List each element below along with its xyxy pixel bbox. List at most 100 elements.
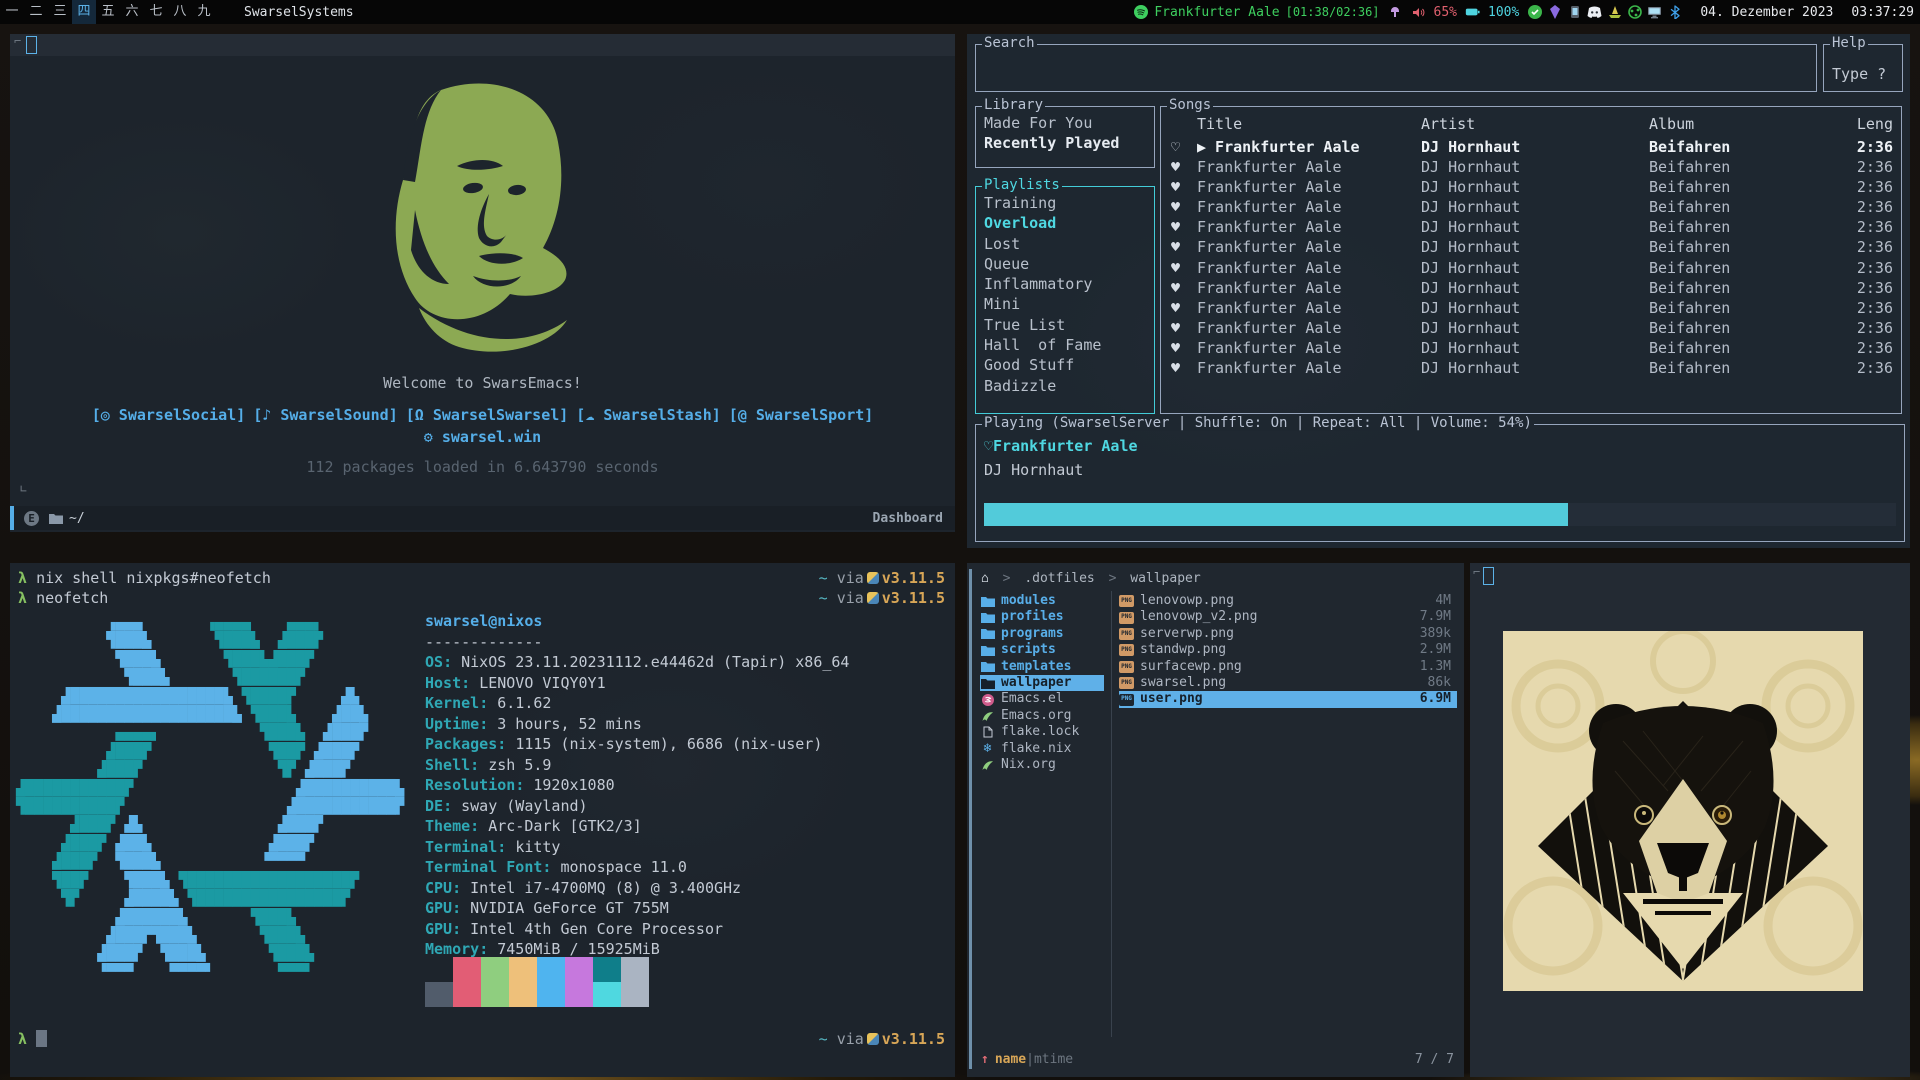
file-list-item[interactable]: PNGstandwp.png2.9M <box>1119 642 1457 658</box>
dir-list-item[interactable]: flake.lock <box>980 724 1104 740</box>
search-panel[interactable]: Search <box>975 44 1817 92</box>
display-icon[interactable] <box>1647 5 1662 20</box>
song-row[interactable]: ♥Frankfurter AaleDJ HornhautBeifahren2:3… <box>1161 338 1901 358</box>
workspace-9[interactable]: 九 <box>192 0 216 24</box>
playlist-item[interactable]: Good Stuff <box>984 355 1150 375</box>
workspace-1[interactable]: 一 <box>0 0 24 24</box>
terminal-cursor <box>36 1030 47 1047</box>
heart-icon: ♥ <box>1171 177 1180 197</box>
discord-icon[interactable] <box>1587 5 1602 20</box>
phone-icon[interactable] <box>1567 5 1582 20</box>
hat-icon[interactable] <box>1607 5 1622 20</box>
dir-list-item[interactable]: ❄flake.nix <box>980 741 1104 757</box>
focus-accent-bar <box>969 569 972 1069</box>
dir-list-item[interactable]: scripts <box>980 642 1104 658</box>
dir-list-item[interactable]: programs <box>980 626 1104 642</box>
library-item[interactable]: Recently Played <box>984 133 1150 153</box>
song-row[interactable]: ♥Frankfurter AaleDJ HornhautBeifahren2:3… <box>1161 237 1901 257</box>
dashboard-link-swarselsport[interactable]: [@ SwarselSport] <box>729 406 874 424</box>
dir-list-item[interactable]: profiles <box>980 609 1104 625</box>
dir-list-item[interactable]: wallpaper <box>980 675 1104 691</box>
song-artist: DJ Hornhaut <box>1421 358 1520 378</box>
search-panel-title: Search <box>982 35 1037 51</box>
breadcrumb-part[interactable]: .dotfiles <box>1024 571 1094 586</box>
workspace-6[interactable]: 六 <box>120 0 144 24</box>
sort-alt-key[interactable]: |mtime <box>1026 1052 1073 1067</box>
song-row[interactable]: ♥Frankfurter AaleDJ HornhautBeifahren2:3… <box>1161 197 1901 217</box>
dashboard-link-swarselstash[interactable]: [☁ SwarselStash] <box>576 406 721 424</box>
focused-window-title: SwarselSystems <box>244 5 354 20</box>
songs-panel-title: Songs <box>1167 97 1213 113</box>
library-item[interactable]: Made For You <box>984 113 1150 133</box>
tray-icon-purple[interactable] <box>1388 5 1403 20</box>
workspace-8[interactable]: 八 <box>168 0 192 24</box>
file-list-item[interactable]: PNGsurfacewp.png1.3M <box>1119 659 1457 675</box>
song-row[interactable]: ♥Frankfurter AaleDJ HornhautBeifahren2:3… <box>1161 177 1901 197</box>
gem-icon[interactable] <box>1547 5 1562 20</box>
workspace-7[interactable]: 七 <box>144 0 168 24</box>
song-row[interactable]: ♥Frankfurter AaleDJ HornhautBeifahren2:3… <box>1161 258 1901 278</box>
playlist-item[interactable]: Lost <box>984 234 1150 254</box>
workspace-2[interactable]: 二 <box>24 0 48 24</box>
dir-list-item[interactable]: modules <box>980 593 1104 609</box>
playback-progress-bar[interactable] <box>984 503 1896 526</box>
song-row[interactable]: ♥Frankfurter AaleDJ HornhautBeifahren2:3… <box>1161 298 1901 318</box>
bluetooth-icon[interactable] <box>1667 5 1682 20</box>
now-playing-widget[interactable]: Frankfurter Aale [01:38/02:36] <box>1133 5 1379 20</box>
playlist-item[interactable]: Queue <box>984 254 1150 274</box>
song-row[interactable]: ♥Frankfurter AaleDJ HornhautBeifahren2:3… <box>1161 318 1901 338</box>
songs-panel: Songs Title Artist Album Leng ♡▶ Frankfu… <box>1160 106 1902 414</box>
song-album: Beifahren <box>1649 197 1730 217</box>
playlist-item[interactable]: True List <box>984 315 1150 335</box>
workspace-4[interactable]: 四 <box>72 0 96 24</box>
song-row[interactable]: ♥Frankfurter AaleDJ HornhautBeifahren2:3… <box>1161 278 1901 298</box>
file-list-item[interactable]: PNGserverwp.png389k <box>1119 626 1457 642</box>
chevron-right-icon: > <box>1003 571 1011 586</box>
prompt-lambda: λ <box>18 1030 36 1048</box>
terminal-window[interactable]: λ nix shell nixpkgs#neofetch ~ viav3.11.… <box>10 563 955 1077</box>
dir-list-item[interactable]: templates <box>980 659 1104 675</box>
dashboard-link-swarselsound[interactable]: [♪ SwarselSound] <box>253 406 398 424</box>
shell-prompt[interactable]: λ <box>18 1030 47 1048</box>
entry-name: modules <box>1001 593 1056 609</box>
heart-icon: ♥ <box>1171 258 1180 278</box>
sort-key[interactable]: name <box>995 1052 1026 1067</box>
dir-list-item[interactable]: Emacs.org <box>980 708 1104 724</box>
playlist-item[interactable]: Badizzle <box>984 376 1150 396</box>
palette-swatch <box>565 957 593 982</box>
playlist-item[interactable]: Mini <box>984 294 1150 314</box>
volume-icon[interactable] <box>1411 5 1426 20</box>
breadcrumb-part[interactable]: wallpaper <box>1130 571 1200 586</box>
playlist-item[interactable]: Training <box>984 193 1150 213</box>
dashboard-link-swarselsocial[interactable]: [◎ SwarselSocial] <box>92 406 246 424</box>
palette-swatch <box>425 957 453 982</box>
dir-list-item[interactable]: Nix.org <box>980 757 1104 773</box>
playlist-item[interactable]: Overload <box>984 213 1150 233</box>
playlist-item[interactable]: Inflammatory <box>984 274 1150 294</box>
workspace-3[interactable]: 三 <box>48 0 72 24</box>
check-circle-icon[interactable] <box>1527 5 1542 20</box>
song-row[interactable]: ♥Frankfurter AaleDJ HornhautBeifahren2:3… <box>1161 217 1901 237</box>
dashboard-site-link[interactable]: ⚙ swarsel.win <box>10 428 955 446</box>
file-list-item[interactable]: PNGuser.png6.9M <box>1119 691 1457 707</box>
battery-icon[interactable] <box>1465 5 1480 20</box>
syncthing-icon[interactable] <box>1627 5 1642 20</box>
workspace-5[interactable]: 五 <box>96 0 120 24</box>
playlist-item[interactable]: Hall of Fame <box>984 335 1150 355</box>
song-album: Beifahren <box>1649 258 1730 278</box>
entry-name: Emacs.el <box>1001 691 1064 707</box>
song-row[interactable]: ♥Frankfurter AaleDJ HornhautBeifahren2:3… <box>1161 358 1901 378</box>
song-row[interactable]: ♡▶ Frankfurter AaleDJ HornhautBeifahren2… <box>1161 137 1901 157</box>
song-row[interactable]: ♥Frankfurter AaleDJ HornhautBeifahren2:3… <box>1161 157 1901 177</box>
file-list-item[interactable]: PNGswarsel.png86k <box>1119 675 1457 691</box>
file-list-item[interactable]: PNGlenovowp_v2.png7.9M <box>1119 609 1457 625</box>
neofetch-field: Resolution: 1920x1080 <box>425 775 849 796</box>
file-list-item[interactable]: PNGlenovowp.png4M <box>1119 593 1457 609</box>
png-file-icon: PNG <box>1119 677 1134 689</box>
neofetch-field: Kernel: 6.1.62 <box>425 693 849 714</box>
song-artist: DJ Hornhaut <box>1421 318 1520 338</box>
dashboard-link-swarselswarsel[interactable]: [Ω SwarselSwarsel] <box>406 406 569 424</box>
dir-list-item[interactable]: Emacs.el <box>980 691 1104 707</box>
gear-icon: ⚙ <box>424 428 433 446</box>
song-album: Beifahren <box>1649 157 1730 177</box>
